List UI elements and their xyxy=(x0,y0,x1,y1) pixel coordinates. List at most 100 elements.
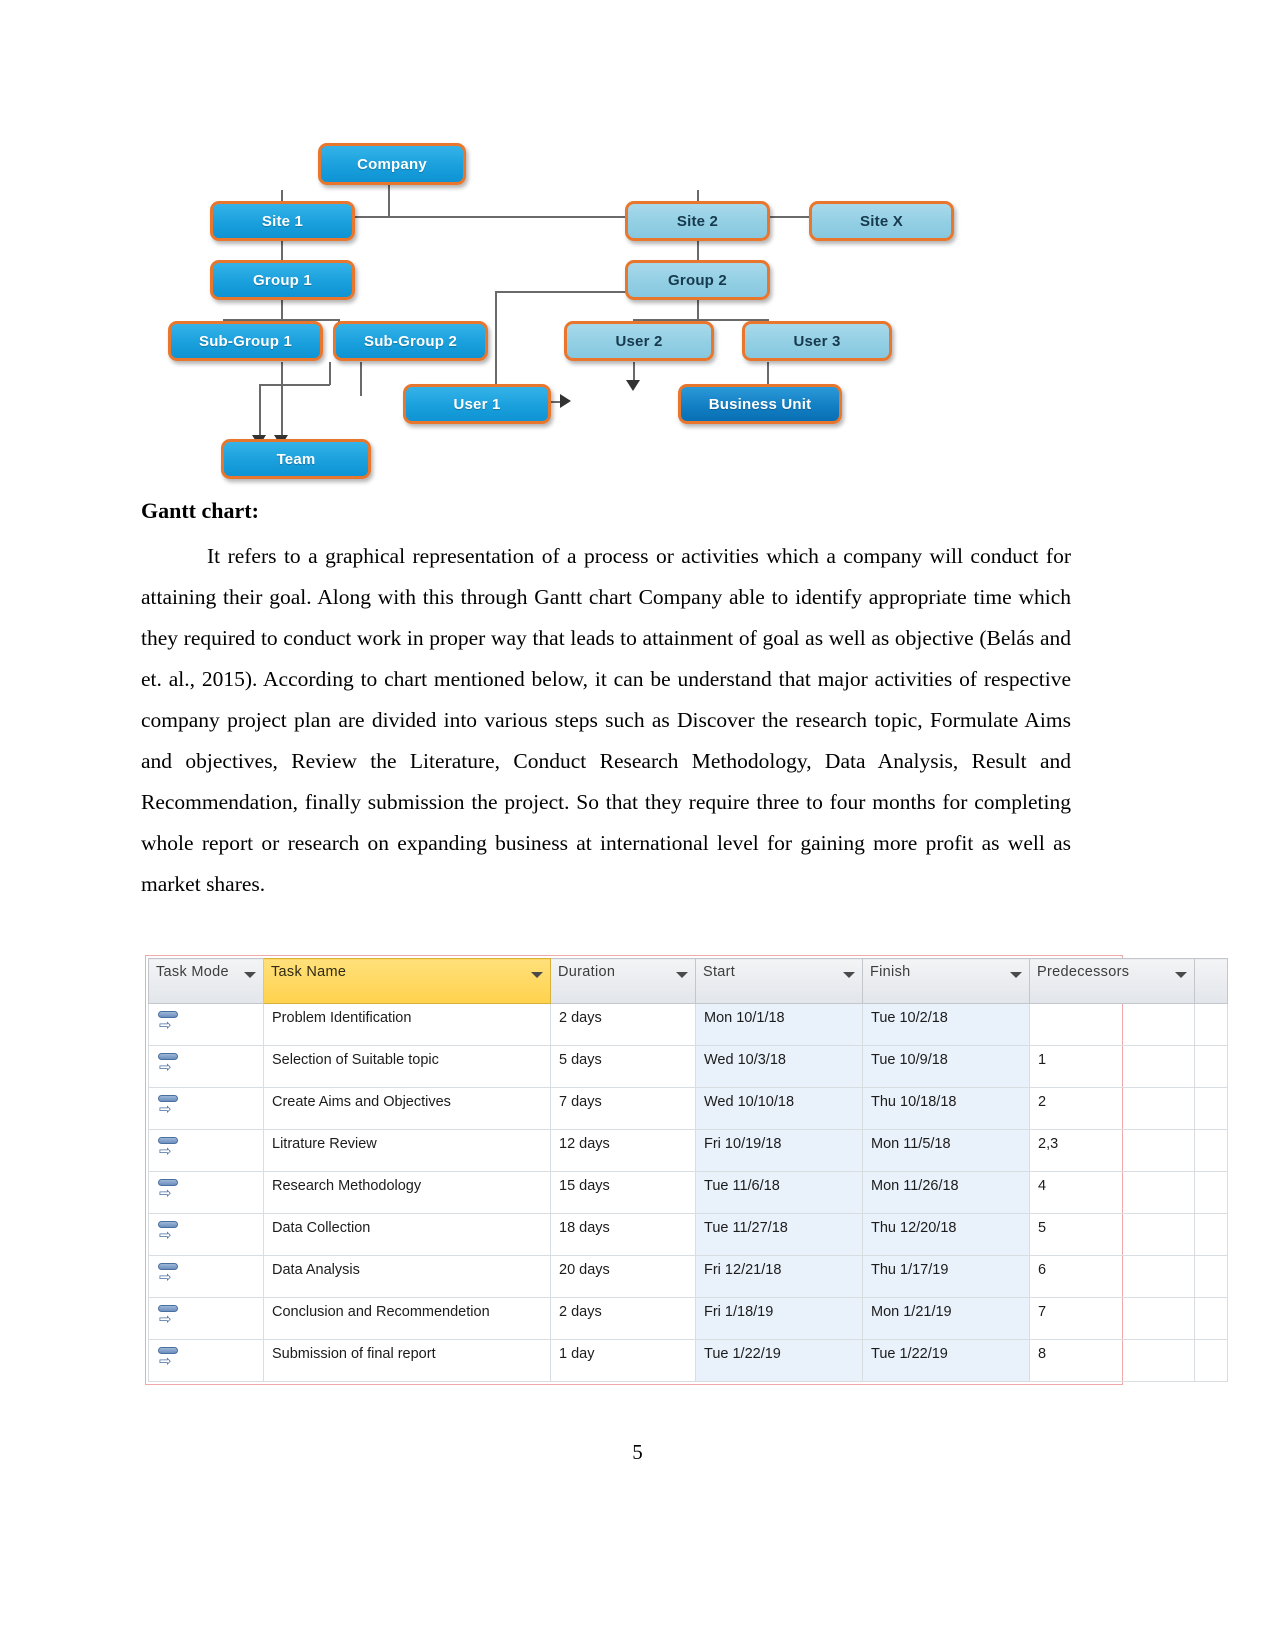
cell-predecessors[interactable]: 5 xyxy=(1029,1213,1195,1256)
column-header-duration[interactable]: Duration xyxy=(550,958,696,1004)
cell-start[interactable]: Tue 11/6/18 xyxy=(695,1171,863,1214)
cell-task-name[interactable]: Litrature Review xyxy=(263,1129,551,1172)
cell-start[interactable]: Tue 11/27/18 xyxy=(695,1213,863,1256)
node-team[interactable]: Team xyxy=(221,439,371,479)
cell-predecessors[interactable] xyxy=(1029,1003,1195,1046)
cell-task-mode[interactable]: ⇨ xyxy=(148,1003,264,1046)
column-header-task-name[interactable]: Task Name xyxy=(263,958,551,1004)
cell-finish[interactable]: Mon 11/5/18 xyxy=(862,1129,1030,1172)
cell-start[interactable]: Tue 1/22/19 xyxy=(695,1339,863,1382)
cell-predecessors[interactable]: 7 xyxy=(1029,1297,1195,1340)
node-group-2[interactable]: Group 2 xyxy=(625,260,770,300)
connector-subgroup2-user1 xyxy=(360,362,362,396)
gantt-task-table: Task Mode Task Name Duration Start Finis… xyxy=(145,955,1228,1385)
connector-subgroup2-elbow-v1 xyxy=(329,362,331,385)
cell-duration[interactable]: 12 days xyxy=(550,1129,696,1172)
cell-task-mode[interactable]: ⇨ xyxy=(148,1171,264,1214)
cell-start[interactable]: Fri 1/18/19 xyxy=(695,1297,863,1340)
cell-predecessors[interactable]: 4 xyxy=(1029,1171,1195,1214)
chevron-down-icon[interactable] xyxy=(531,972,543,978)
cell-finish[interactable]: Tue 1/22/19 xyxy=(862,1339,1030,1382)
column-header-task-mode[interactable]: Task Mode xyxy=(148,958,264,1004)
body-paragraph: It refers to a graphical representation … xyxy=(141,544,1071,896)
column-header-start[interactable]: Start xyxy=(695,958,863,1004)
cell-task-name[interactable]: Conclusion and Recommendetion xyxy=(263,1297,551,1340)
cell-finish[interactable]: Tue 10/2/18 xyxy=(862,1003,1030,1046)
table-row[interactable]: ⇨ Research Methodology 15 days Tue 11/6/18 M… xyxy=(148,1171,1228,1214)
node-sub-group-1[interactable]: Sub-Group 1 xyxy=(168,321,323,361)
document-page: Company Site 1 Site 2 Site X Group 1 Gro… xyxy=(0,0,1275,1651)
chevron-down-icon[interactable] xyxy=(843,972,855,978)
node-company[interactable]: Company xyxy=(318,143,466,185)
cell-task-name[interactable]: Create Aims and Objectives xyxy=(263,1087,551,1130)
cell-predecessors[interactable]: 1 xyxy=(1029,1045,1195,1088)
node-group-1[interactable]: Group 1 xyxy=(210,260,355,300)
cell-predecessors[interactable]: 2,3 xyxy=(1029,1129,1195,1172)
cell-start[interactable]: Wed 10/10/18 xyxy=(695,1087,863,1130)
node-sub-group-2[interactable]: Sub-Group 2 xyxy=(333,321,488,361)
cell-predecessors[interactable]: 6 xyxy=(1029,1255,1195,1298)
table-row[interactable]: ⇨ Problem Identification 2 days Mon 10/1/18… xyxy=(148,1003,1228,1046)
cell-finish[interactable]: Thu 1/17/19 xyxy=(862,1255,1030,1298)
chevron-down-icon[interactable] xyxy=(1010,972,1022,978)
node-user-3[interactable]: User 3 xyxy=(742,321,892,361)
cell-start[interactable]: Fri 10/19/18 xyxy=(695,1129,863,1172)
cell-overflow xyxy=(1194,1339,1228,1382)
cell-task-mode[interactable]: ⇨ xyxy=(148,1045,264,1088)
node-user-1[interactable]: User 1 xyxy=(403,384,551,424)
cell-duration[interactable]: 7 days xyxy=(550,1087,696,1130)
cell-start[interactable]: Wed 10/3/18 xyxy=(695,1045,863,1088)
cell-predecessors[interactable]: 8 xyxy=(1029,1339,1195,1382)
table-row[interactable]: ⇨ Selection of Suitable topic 5 days Wed 10… xyxy=(148,1045,1228,1088)
cell-task-mode[interactable]: ⇨ xyxy=(148,1255,264,1298)
cell-finish[interactable]: Thu 10/18/18 xyxy=(862,1087,1030,1130)
node-site-x[interactable]: Site X xyxy=(809,201,954,241)
cell-duration[interactable]: 18 days xyxy=(550,1213,696,1256)
cell-task-name[interactable]: Research Methodology xyxy=(263,1171,551,1214)
node-user-2[interactable]: User 2 xyxy=(564,321,714,361)
table-row[interactable]: ⇨ Litrature Review 12 days Fri 10/19/18 Mon … xyxy=(148,1129,1228,1172)
cell-duration[interactable]: 2 days xyxy=(550,1297,696,1340)
cell-duration[interactable]: 15 days xyxy=(550,1171,696,1214)
chevron-down-icon[interactable] xyxy=(1175,972,1187,978)
node-business-unit-label: Business Unit xyxy=(708,395,812,413)
column-header-start-label: Start xyxy=(703,964,736,980)
cell-task-name[interactable]: Submission of final report xyxy=(263,1339,551,1382)
node-site-1[interactable]: Site 1 xyxy=(210,201,355,241)
chevron-down-icon[interactable] xyxy=(676,972,688,978)
task-mode-icon: ⇨ xyxy=(157,1262,183,1285)
table-row[interactable]: ⇨ Create Aims and Objectives 7 days Wed 10/… xyxy=(148,1087,1228,1130)
arrowhead-group2-businessunit xyxy=(560,394,571,408)
table-row[interactable]: ⇨ Submission of final report 1 day Tue 1/22… xyxy=(148,1339,1228,1382)
node-site-2[interactable]: Site 2 xyxy=(625,201,770,241)
cell-task-name[interactable]: Selection of Suitable topic xyxy=(263,1045,551,1088)
table-row[interactable]: ⇨ Conclusion and Recommendetion 2 days Fri … xyxy=(148,1297,1228,1340)
table-row[interactable]: ⇨ Data Collection 18 days Tue 11/27/18 Thu 1… xyxy=(148,1213,1228,1256)
cell-finish[interactable]: Mon 11/26/18 xyxy=(862,1171,1030,1214)
cell-finish[interactable]: Thu 12/20/18 xyxy=(862,1213,1030,1256)
cell-duration[interactable]: 1 day xyxy=(550,1339,696,1382)
cell-task-name[interactable]: Data Collection xyxy=(263,1213,551,1256)
cell-duration[interactable]: 2 days xyxy=(550,1003,696,1046)
cell-predecessors[interactable]: 2 xyxy=(1029,1087,1195,1130)
chevron-down-icon[interactable] xyxy=(244,972,256,978)
cell-finish[interactable]: Mon 1/21/19 xyxy=(862,1297,1030,1340)
cell-task-name[interactable]: Problem Identification xyxy=(263,1003,551,1046)
table-row[interactable]: ⇨ Data Analysis 20 days Fri 12/21/18 Thu 1/1… xyxy=(148,1255,1228,1298)
column-header-overflow xyxy=(1194,958,1228,1004)
cell-start[interactable]: Fri 12/21/18 xyxy=(695,1255,863,1298)
cell-duration[interactable]: 5 days xyxy=(550,1045,696,1088)
cell-task-name[interactable]: Data Analysis xyxy=(263,1255,551,1298)
node-business-unit[interactable]: Business Unit xyxy=(678,384,842,424)
cell-start[interactable]: Mon 10/1/18 xyxy=(695,1003,863,1046)
column-header-finish[interactable]: Finish xyxy=(862,958,1030,1004)
cell-task-mode[interactable]: ⇨ xyxy=(148,1297,264,1340)
cell-finish[interactable]: Tue 10/9/18 xyxy=(862,1045,1030,1088)
cell-task-mode[interactable]: ⇨ xyxy=(148,1339,264,1382)
node-sub-group-1-label: Sub-Group 1 xyxy=(198,332,293,350)
cell-task-mode[interactable]: ⇨ xyxy=(148,1087,264,1130)
cell-task-mode[interactable]: ⇨ xyxy=(148,1129,264,1172)
cell-duration[interactable]: 20 days xyxy=(550,1255,696,1298)
cell-task-mode[interactable]: ⇨ xyxy=(148,1213,264,1256)
column-header-predecessors[interactable]: Predecessors xyxy=(1029,958,1195,1004)
